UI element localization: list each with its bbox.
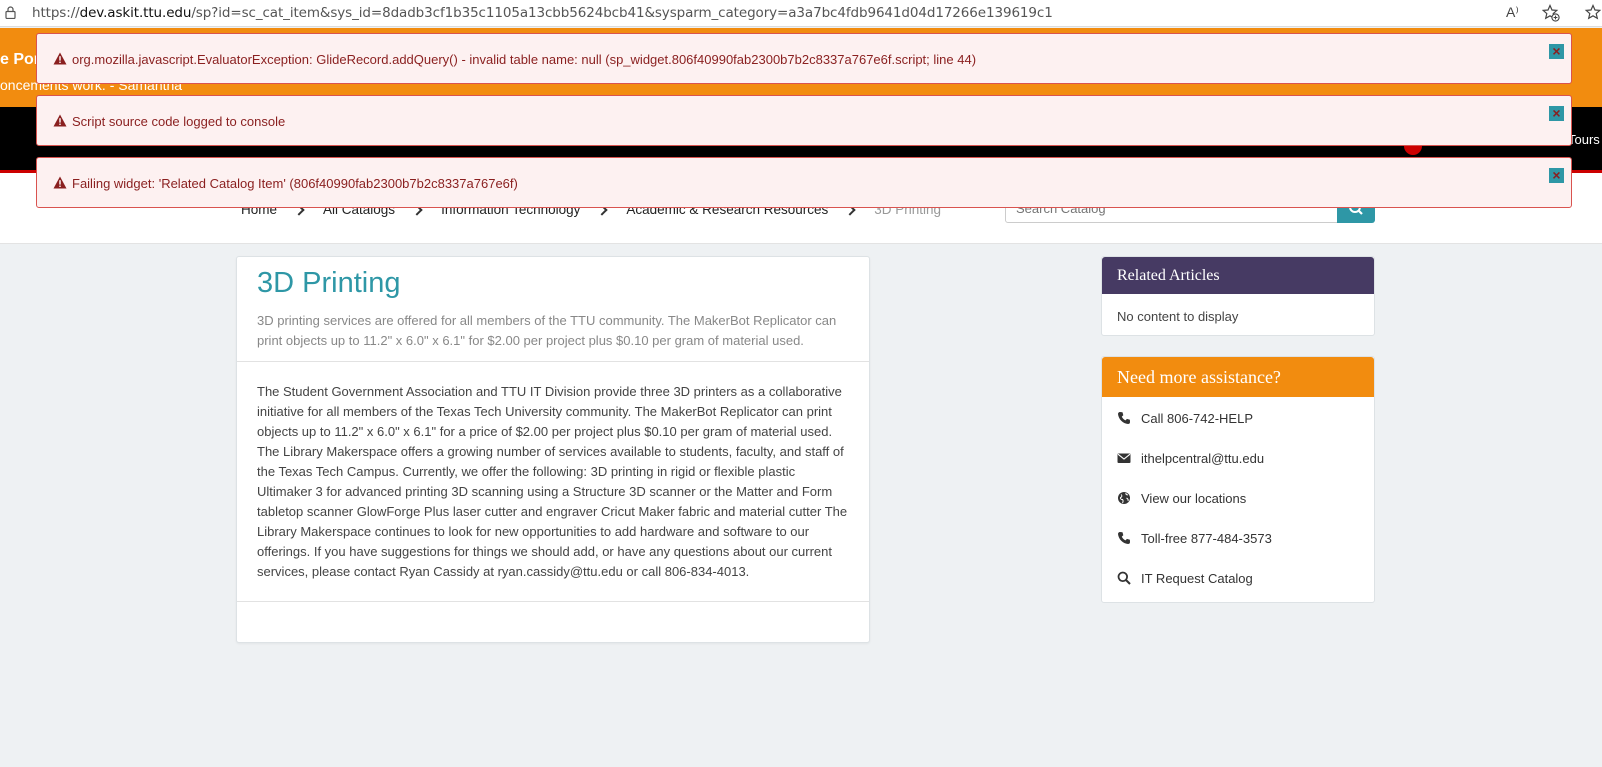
- alert-message: Failing widget: 'Related Catalog Item' (…: [72, 176, 518, 191]
- assistance-item-label: View our locations: [1141, 490, 1247, 506]
- nav-tours-link[interactable]: Tours: [1568, 132, 1600, 147]
- search-icon: [1117, 571, 1131, 585]
- catalog-item-card: 3D Printing 3D printing services are off…: [236, 256, 870, 643]
- banner-title: e Por: [0, 51, 41, 68]
- envelope-icon: [1117, 453, 1131, 463]
- divider: [237, 361, 869, 362]
- read-aloud-icon[interactable]: A⁾: [1506, 4, 1519, 21]
- add-favorite-icon[interactable]: [1542, 4, 1560, 22]
- divider: [237, 601, 869, 602]
- error-alert: org.mozilla.javascript.EvaluatorExceptio…: [36, 33, 1572, 84]
- address-bar: https://dev.askit.ttu.edu/sp?id=sc_cat_i…: [0, 0, 1602, 27]
- warning-icon: [53, 114, 67, 127]
- related-articles-title: Related Articles: [1102, 257, 1374, 294]
- alert-message: Script source code logged to console: [72, 114, 286, 129]
- assistance-item-label: ithelpcentral@ttu.edu: [1141, 450, 1265, 466]
- close-alert-button[interactable]: ×: [1549, 168, 1564, 183]
- assistance-item-label: Call 806-742-HELP: [1141, 410, 1254, 426]
- assistance-item-email[interactable]: ithelpcentral@ttu.edu: [1117, 448, 1264, 468]
- item-description: The Student Government Association and T…: [257, 384, 848, 579]
- warning-icon: [53, 176, 67, 189]
- phone-icon: [1118, 532, 1130, 544]
- url-text[interactable]: https://dev.askit.ttu.edu/sp?id=sc_cat_i…: [32, 5, 1053, 21]
- close-alert-button[interactable]: ×: [1549, 106, 1564, 121]
- assistance-item-locations[interactable]: View our locations: [1117, 488, 1246, 508]
- globe-icon: [1118, 492, 1130, 504]
- error-alert: Script source code logged to console ×: [36, 95, 1572, 146]
- close-alert-button[interactable]: ×: [1549, 44, 1564, 59]
- page-title: 3D Printing: [257, 267, 401, 299]
- assistance-title: Need more assistance?: [1102, 357, 1374, 397]
- phone-icon: [1118, 412, 1130, 424]
- alert-message: org.mozilla.javascript.EvaluatorExceptio…: [72, 52, 977, 67]
- error-alert: Failing widget: 'Related Catalog Item' (…: [36, 157, 1572, 208]
- assistance-item-call[interactable]: Call 806-742-HELP: [1117, 408, 1253, 428]
- favorites-icon[interactable]: [1584, 4, 1602, 22]
- short-description: 3D printing services are offered for all…: [257, 313, 837, 348]
- related-articles-empty: No content to display: [1117, 309, 1239, 324]
- related-articles-panel: Related Articles No content to display: [1101, 256, 1375, 336]
- assistance-item-tollfree[interactable]: Toll-free 877-484-3573: [1117, 528, 1272, 548]
- assistance-panel: Need more assistance? Call 806-742-HELP …: [1101, 356, 1375, 603]
- warning-icon: [53, 52, 67, 65]
- lock-icon[interactable]: [5, 6, 16, 19]
- assistance-item-catalog[interactable]: IT Request Catalog: [1117, 568, 1253, 588]
- assistance-item-label: Toll-free 877-484-3573: [1141, 530, 1272, 546]
- assistance-item-label: IT Request Catalog: [1141, 570, 1253, 586]
